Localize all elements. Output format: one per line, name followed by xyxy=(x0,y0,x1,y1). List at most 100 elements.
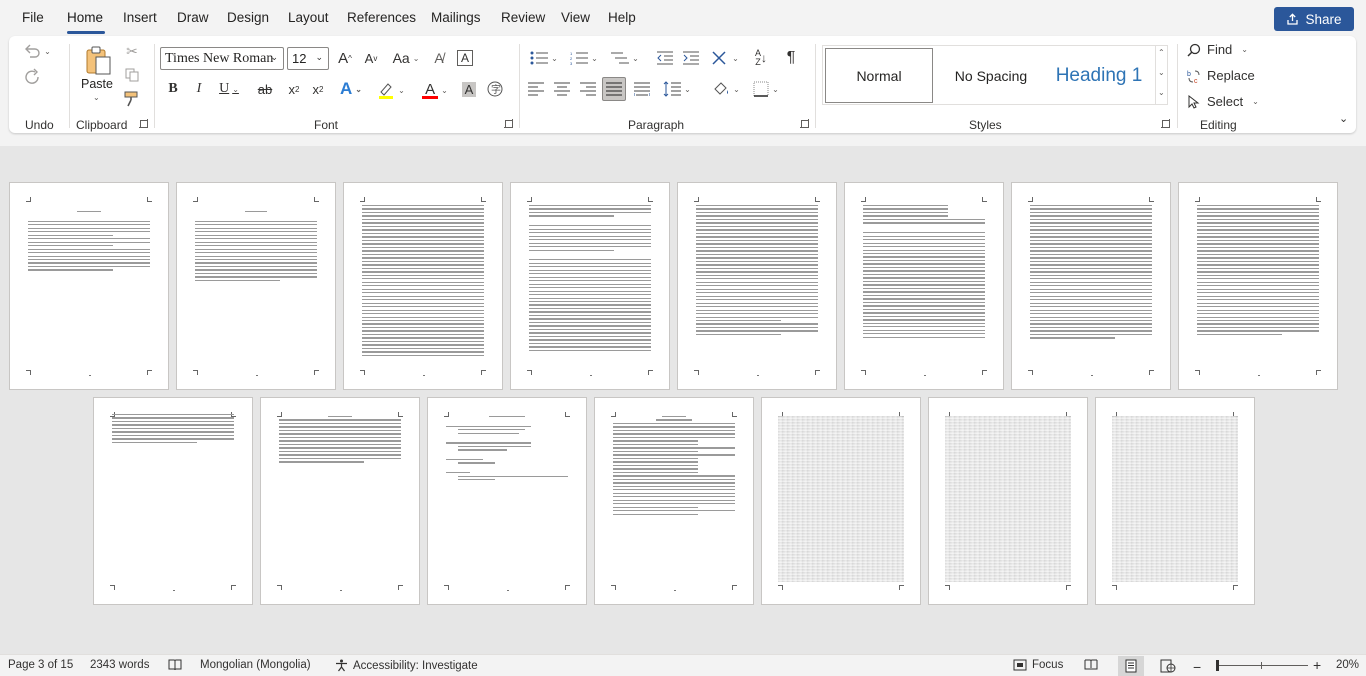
page-thumbnail[interactable] xyxy=(1011,182,1171,390)
paste-button[interactable]: Paste xyxy=(81,77,113,91)
scroll-down-icon[interactable]: ⌄ xyxy=(1158,68,1165,77)
grow-font-icon[interactable]: A ^ xyxy=(335,48,355,68)
page-thumbnail[interactable] xyxy=(677,182,837,390)
highlight-color-icon[interactable]: ⌄ xyxy=(373,79,409,101)
focus-mode-button[interactable]: Focus xyxy=(1013,659,1063,671)
page-thumbnail[interactable] xyxy=(176,182,336,390)
text-effects-icon[interactable]: A ⌄ xyxy=(335,79,367,99)
page-count[interactable]: Page 3 of 15 xyxy=(8,659,73,671)
strikethrough-icon[interactable]: ab xyxy=(255,79,275,99)
word-count[interactable]: 2343 words xyxy=(90,659,149,671)
font-size-box[interactable]: 12 ⌄ xyxy=(287,47,329,70)
menu-insert[interactable]: Insert xyxy=(123,10,157,25)
zoom-level[interactable]: 20% xyxy=(1336,659,1359,671)
page-thumbnail[interactable] xyxy=(594,397,754,605)
font-color-icon[interactable]: A ⌄ xyxy=(417,79,453,101)
menu-help[interactable]: Help xyxy=(608,10,636,25)
sort-icon[interactable]: A Z ↓ xyxy=(751,48,771,68)
menu-layout[interactable]: Layout xyxy=(288,10,329,25)
group-label-paragraph: Paragraph xyxy=(628,118,685,132)
page-thumbnail-scanned[interactable] xyxy=(928,397,1088,605)
share-button[interactable]: Share xyxy=(1274,7,1354,31)
menu-review[interactable]: Review xyxy=(501,10,545,25)
bullets-icon[interactable]: ⌄ xyxy=(526,48,562,68)
chevron-down-icon: ⌄ xyxy=(1241,45,1248,54)
clear-formatting-icon[interactable]: A̸ xyxy=(429,48,449,68)
shading-icon[interactable]: A xyxy=(460,79,478,99)
read-mode-icon[interactable] xyxy=(1084,659,1098,671)
clipboard-launcher-icon[interactable] xyxy=(139,119,148,128)
page-thumbnail[interactable] xyxy=(1178,182,1338,390)
page-thumbnail[interactable] xyxy=(427,397,587,605)
change-case-icon[interactable]: Aa ⌄ xyxy=(390,48,422,68)
show-formatting-marks-icon[interactable]: ¶ xyxy=(781,48,801,68)
superscript-icon[interactable]: x2 xyxy=(309,79,327,99)
numbering-icon[interactable]: 123 ⌄ xyxy=(566,48,602,68)
page-thumbnail[interactable] xyxy=(343,182,503,390)
page-thumbnail-scanned[interactable] xyxy=(1095,397,1255,605)
page-thumbnail[interactable] xyxy=(9,182,169,390)
collapse-ribbon-icon[interactable]: ⌄ xyxy=(1339,112,1348,125)
chevron-down-icon[interactable]: ⌄ xyxy=(93,93,100,102)
format-painter-icon[interactable] xyxy=(123,90,141,108)
cut-icon[interactable]: ✂ xyxy=(123,42,141,60)
italic-icon[interactable]: I xyxy=(191,79,207,99)
page-thumbnail-scanned[interactable] xyxy=(761,397,921,605)
web-layout-icon[interactable] xyxy=(1160,659,1176,673)
redo-button[interactable] xyxy=(23,66,43,88)
page-thumbnail[interactable] xyxy=(260,397,420,605)
page-thumbnail[interactable] xyxy=(93,397,253,605)
menu-home[interactable]: Home xyxy=(67,10,103,25)
select-button[interactable]: Select ⌄ xyxy=(1187,94,1259,109)
text-effects-box-icon[interactable]: A xyxy=(455,48,475,68)
borders-icon[interactable]: ⌄ xyxy=(748,80,784,98)
align-center-icon[interactable] xyxy=(553,80,571,98)
copy-icon[interactable] xyxy=(123,66,141,84)
style-heading-1[interactable]: Heading 1 xyxy=(1045,48,1153,103)
menu-references[interactable]: References xyxy=(347,10,416,25)
zoom-slider-track[interactable] xyxy=(1216,665,1308,666)
print-layout-icon[interactable] xyxy=(1118,656,1144,676)
align-left-icon[interactable] xyxy=(527,80,545,98)
accessibility-status[interactable]: Accessibility: Investigate xyxy=(335,659,478,672)
multilevel-list-icon[interactable]: ⌄ xyxy=(607,48,643,68)
paragraph-launcher-icon[interactable] xyxy=(800,119,809,128)
bold-icon[interactable]: B xyxy=(165,79,181,99)
menu-view[interactable]: View xyxy=(561,10,590,25)
menu-design[interactable]: Design xyxy=(227,10,269,25)
shrink-font-icon[interactable]: Av xyxy=(361,48,381,68)
paragraph-shading-icon[interactable]: ⌄ xyxy=(708,80,744,98)
style-normal[interactable]: Normal xyxy=(825,48,933,103)
zoom-in-icon[interactable]: + xyxy=(1313,657,1321,673)
redo-icon xyxy=(25,68,39,84)
subscript-icon[interactable]: x2 xyxy=(285,79,303,99)
increase-indent-icon[interactable] xyxy=(681,48,701,68)
paste-icon-button[interactable] xyxy=(79,42,117,78)
enclose-characters-icon[interactable]: 字 xyxy=(485,79,505,99)
font-name-box[interactable]: Times New Roman ⌄ xyxy=(160,47,284,70)
decrease-indent-icon[interactable] xyxy=(655,48,675,68)
zoom-out-icon[interactable]: − xyxy=(1193,659,1201,675)
distributed-icon[interactable] xyxy=(632,80,652,98)
find-button[interactable]: Find ⌄ xyxy=(1187,42,1248,57)
menu-draw[interactable]: Draw xyxy=(177,10,209,25)
style-no-spacing[interactable]: No Spacing xyxy=(937,48,1045,103)
menu-mailings[interactable]: Mailings xyxy=(431,10,481,25)
justify-icon[interactable] xyxy=(602,77,626,101)
chinese-layout-icon[interactable]: ⌄ xyxy=(709,48,741,68)
page-thumbnail[interactable] xyxy=(844,182,1004,390)
align-right-icon[interactable] xyxy=(579,80,597,98)
undo-button[interactable]: ⌄ xyxy=(23,40,51,62)
line-spacing-icon[interactable]: ⌄ xyxy=(659,80,695,98)
styles-launcher-icon[interactable] xyxy=(1161,119,1170,128)
menu-file[interactable]: File xyxy=(22,10,44,25)
more-styles-icon[interactable]: ⌄ xyxy=(1158,88,1165,97)
scroll-up-icon[interactable]: ⌃ xyxy=(1158,48,1165,57)
language-status[interactable]: Mongolian (Mongolia) xyxy=(200,659,311,671)
zoom-slider-thumb[interactable] xyxy=(1216,660,1219,671)
proofing-status[interactable] xyxy=(168,659,182,671)
font-launcher-icon[interactable] xyxy=(504,119,513,128)
replace-button[interactable]: bc Replace xyxy=(1187,68,1255,83)
page-thumbnail[interactable] xyxy=(510,182,670,390)
underline-icon[interactable]: U ⌄ xyxy=(215,79,243,99)
